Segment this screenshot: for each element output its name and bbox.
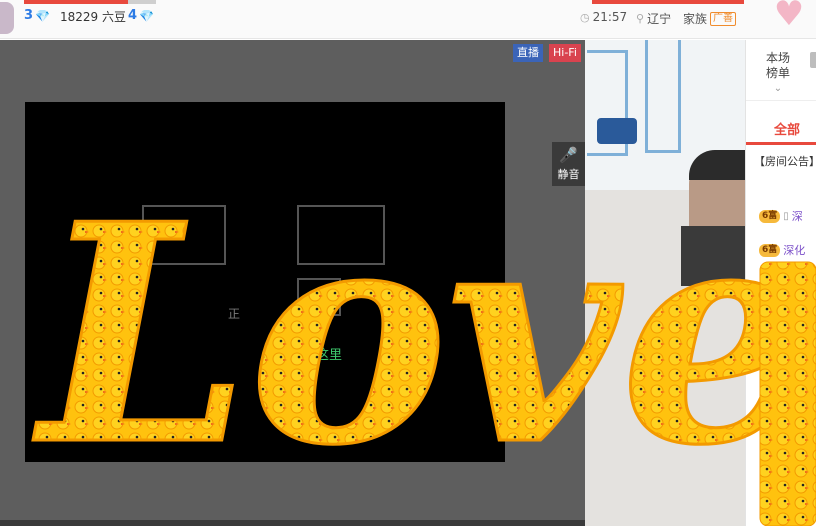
room-announcement: 【房间公告】 xyxy=(754,155,816,168)
chat-message[interactable]: 6富 深化 xyxy=(759,242,805,258)
next-level: 4 💎 xyxy=(128,8,154,23)
vip-badge: 6富 xyxy=(759,209,781,223)
mute-label: 静音 xyxy=(557,168,580,181)
time-text: 21:57 xyxy=(592,10,628,24)
chevron-down-icon: ⌄ xyxy=(773,83,783,94)
heart-icon[interactable]: ♥ xyxy=(762,0,816,31)
video-player[interactable] xyxy=(25,102,505,462)
next-level-number: 4 xyxy=(128,8,138,23)
beans-count: 18229 六豆 xyxy=(60,10,126,24)
player-hint-top: 正 xyxy=(228,307,241,321)
diamond-icon: 💎 xyxy=(139,8,154,23)
placeholder-frame-right xyxy=(297,205,385,265)
player-hint-bottom: 搜到这里 xyxy=(290,348,343,363)
tab-all[interactable]: 全部 xyxy=(746,100,816,148)
bottom-strip xyxy=(0,520,585,526)
placeholder-frame-left xyxy=(142,205,226,265)
follow-button-edge[interactable] xyxy=(592,0,744,4)
location-text: 辽宁 xyxy=(647,12,672,26)
cam-object xyxy=(597,118,637,144)
family-display[interactable]: 家族 广善 xyxy=(683,10,737,27)
current-level-number: 3 xyxy=(24,8,34,23)
clock-icon: ◷ xyxy=(580,10,590,24)
chat-username[interactable]: 深 xyxy=(792,208,803,224)
top-bar: 3 💎 18229 六豆 4 💎 ◷ 21:57 ⚲ 辽宁 家族 广善 ♥ xyxy=(0,0,816,39)
vip-badge: 6富 xyxy=(759,243,781,257)
level-progress-remaining xyxy=(128,0,156,4)
chat-username[interactable]: 深化 xyxy=(783,242,805,258)
rank-tab[interactable]: 本场 榜单 ⌄ xyxy=(746,40,810,100)
phone-icon: ▯ xyxy=(783,210,789,222)
mute-button[interactable]: 🎤 静音 xyxy=(552,142,585,186)
camera-feed xyxy=(585,40,745,526)
ad-badge[interactable]: 广善 xyxy=(710,11,737,26)
current-level: 3 💎 xyxy=(24,8,50,23)
tab-active-underline xyxy=(746,142,816,145)
rank-tab-line1: 本场 xyxy=(765,51,790,65)
next-tab-edge[interactable] xyxy=(810,52,816,68)
family-label: 家族 xyxy=(683,12,708,26)
time-display: ◷ 21:57 xyxy=(580,10,627,24)
microphone-icon: 🎤 xyxy=(559,146,578,164)
chat-message[interactable]: 6富 ▯ 深 xyxy=(759,208,803,224)
live-badge: 直播 xyxy=(513,44,543,62)
rank-tab-line2: 榜单 xyxy=(765,66,790,80)
right-panel: 本场 榜单 ⌄ 全部 【房间公告】 6富 ▯ 深 6富 深化 xyxy=(745,40,816,526)
level-progress-bar xyxy=(24,0,128,4)
placeholder-frame-small xyxy=(297,278,341,316)
diamond-icon: 💎 xyxy=(35,8,50,23)
cam-person-shirt xyxy=(681,226,745,286)
location-pin-icon: ⚲ xyxy=(636,12,645,25)
hifi-badge[interactable]: Hi-Fi xyxy=(549,44,581,62)
avatar[interactable] xyxy=(0,2,14,34)
cam-window-frame xyxy=(645,40,681,153)
location-display: ⚲ 辽宁 xyxy=(636,10,671,27)
